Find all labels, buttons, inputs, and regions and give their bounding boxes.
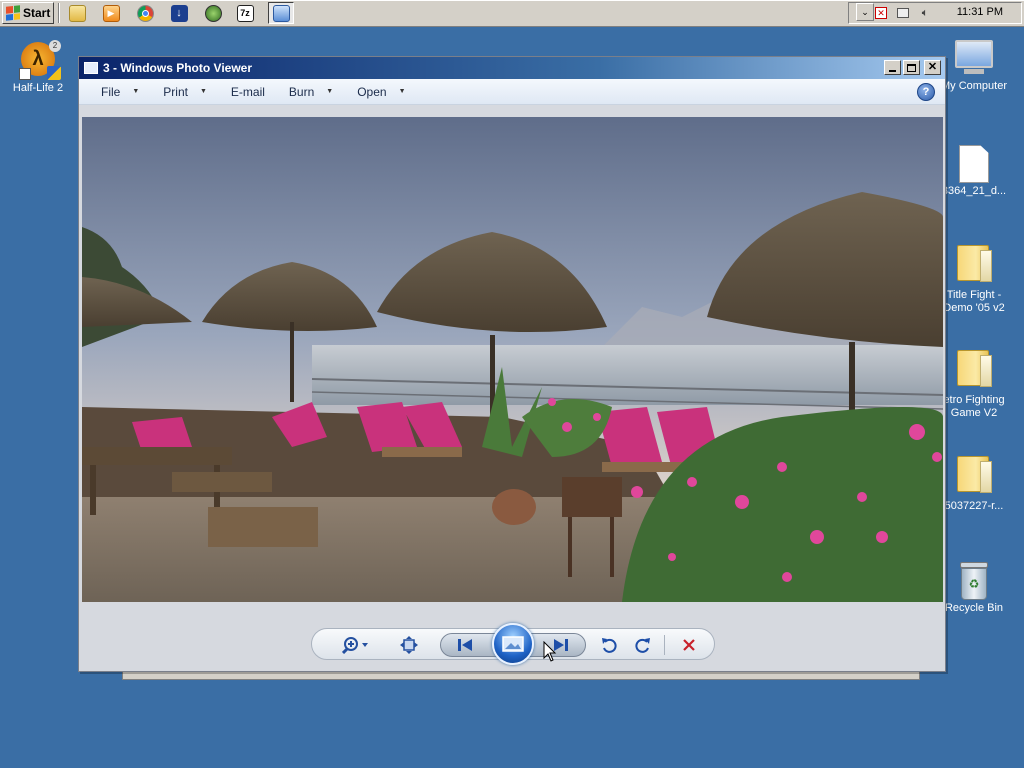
menu-bar: File ▼ Print ▼ E-mail Burn ▼ Open ▼ ?: [79, 79, 945, 105]
rotate-left-icon: [602, 638, 617, 653]
security-alert-icon[interactable]: ✕: [873, 5, 889, 21]
minimize-button[interactable]: [884, 60, 901, 75]
volume-icon[interactable]: 🔈︎: [917, 5, 933, 21]
delete-icon: [683, 639, 695, 651]
desktop-icon-label: Recycle Bin: [944, 602, 1004, 614]
dropdown-arrow-icon: ▼: [326, 88, 334, 95]
photo-viewer-window: 3 - Windows Photo Viewer ✕ File ▼ Print ▼ …: [78, 56, 946, 672]
desktop-icon-half-life-2[interactable]: λ 2 Half-Life 2: [0, 40, 76, 95]
dropdown-arrow-icon: ▼: [199, 88, 207, 95]
7zip-icon[interactable]: 7z: [232, 2, 258, 24]
menu-file-label: File: [101, 84, 121, 99]
photo-display[interactable]: [82, 117, 943, 602]
zoom-button[interactable]: [340, 635, 374, 655]
menu-burn[interactable]: Burn ▼: [289, 85, 333, 99]
system-tray: ✕ 🔈︎ 11:31 PM: [848, 2, 1022, 24]
menu-open-label: Open: [357, 84, 387, 99]
beach-resort-photo: [82, 117, 943, 602]
explorer-icon[interactable]: [64, 2, 90, 24]
desktop-icon-title-fight[interactable]: Title Fight - Demo '05 v2: [936, 245, 1012, 315]
computer-icon: [955, 40, 993, 76]
rotate-counterclockwise-button[interactable]: [598, 635, 620, 655]
maximize-button[interactable]: [903, 60, 920, 75]
menu-email-label: E-mail: [230, 84, 265, 99]
desktop-icon-label: Title Fight - Demo '05 v2: [943, 289, 1005, 314]
actual-size-button[interactable]: [398, 635, 420, 655]
photo-viewer-icon: [84, 62, 98, 74]
menu-file[interactable]: File ▼: [101, 85, 139, 99]
windows-logo-icon: [6, 5, 20, 21]
folder-icon: [957, 350, 992, 390]
start-label: Start: [23, 6, 51, 20]
previous-button[interactable]: [454, 635, 476, 655]
delete-button[interactable]: [678, 635, 700, 655]
taskbar-separator: [58, 3, 60, 23]
half-life-icon: λ 2: [19, 40, 61, 80]
webcam-icon[interactable]: [200, 2, 226, 24]
start-button[interactable]: Start: [2, 2, 54, 24]
close-icon: ✕: [927, 61, 938, 73]
media-player-icon[interactable]: ▶: [98, 2, 124, 24]
slideshow-icon: [502, 636, 524, 652]
rotate-right-icon: [635, 638, 650, 653]
previous-icon: [458, 639, 472, 651]
controls-divider: [664, 635, 665, 655]
dropdown-arrow-icon: ▼: [132, 88, 140, 95]
menu-open[interactable]: Open ▼: [357, 85, 405, 99]
desktop-icon-label: 5037227-r...: [944, 500, 1004, 512]
maximize-icon: [907, 63, 916, 72]
rotate-clockwise-button[interactable]: [632, 635, 654, 655]
menu-burn-label: Burn: [288, 84, 315, 99]
taskbar: Start ▶ ↓ 7z ⌄ ✕ 🔈︎ 11:31 PM: [0, 0, 1024, 27]
photo-viewer-task-icon[interactable]: [268, 2, 294, 24]
menu-email[interactable]: E-mail: [231, 85, 265, 99]
desktop-icon-folder-5037227[interactable]: 5037227-r...: [936, 456, 1012, 513]
window-title: 3 - Windows Photo Viewer: [103, 61, 253, 75]
desktop-icon-retro-fighting[interactable]: etro Fighting Game V2: [936, 350, 1012, 420]
minimize-icon: [889, 69, 896, 72]
slideshow-button[interactable]: [492, 623, 534, 665]
chrome-icon[interactable]: [132, 2, 158, 24]
window-frame-shadow: [122, 672, 920, 680]
desktop-icon-my-computer[interactable]: My Computer: [936, 40, 1012, 93]
download-icon[interactable]: ↓: [166, 2, 192, 24]
desktop-icon-label: 8364_21_d...: [941, 185, 1007, 197]
mouse-cursor-icon: [543, 641, 557, 662]
playback-controls: [311, 623, 715, 665]
folder-icon: [957, 245, 992, 285]
zoom-icon: [342, 637, 368, 654]
dropdown-arrow-icon: ▼: [398, 88, 406, 95]
menu-print[interactable]: Print ▼: [163, 85, 207, 99]
close-button[interactable]: ✕: [924, 60, 941, 75]
fit-window-icon: [400, 636, 418, 654]
file-icon: [959, 145, 989, 183]
recycle-bin-icon: ♻: [957, 562, 991, 600]
desktop-icon-recycle-bin[interactable]: ♻ Recycle Bin: [936, 562, 1012, 615]
desktop-icon-label: Half-Life 2: [12, 82, 64, 94]
menu-print-label: Print: [163, 84, 188, 99]
desktop-icon-file[interactable]: 8364_21_d...: [936, 145, 1012, 198]
help-button[interactable]: ?: [917, 83, 935, 101]
title-bar[interactable]: 3 - Windows Photo Viewer ✕: [79, 57, 945, 79]
help-icon: ?: [922, 86, 930, 98]
folder-icon: [957, 456, 992, 496]
clock[interactable]: 11:31 PM: [957, 6, 1003, 18]
network-icon[interactable]: [895, 5, 911, 21]
desktop-icon-label: My Computer: [940, 80, 1008, 92]
desktop-icon-label: etro Fighting Game V2: [943, 394, 1005, 419]
